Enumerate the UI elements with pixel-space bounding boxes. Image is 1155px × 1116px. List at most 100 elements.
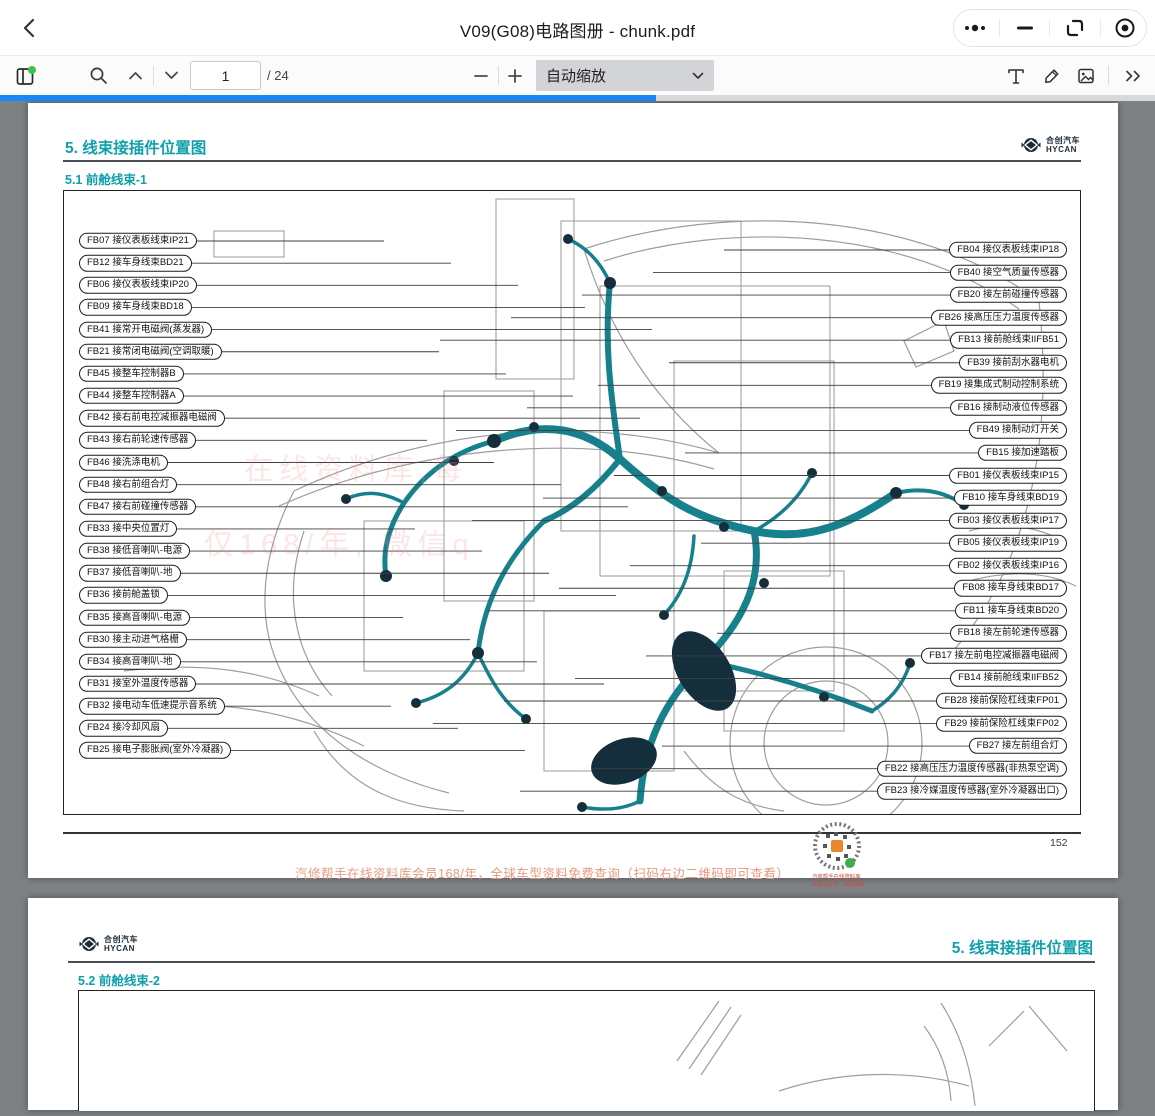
page-total-label: / 24	[267, 68, 289, 83]
connector-label: FB35 接高音喇叭-电源	[79, 609, 190, 625]
prev-page-button[interactable]	[122, 56, 148, 95]
float-window-icon	[1065, 18, 1085, 38]
brand-name-cn: 合创汽车	[1046, 136, 1080, 145]
connector-label: FB14 接前舱线束IIFB52	[950, 670, 1067, 686]
brand-text: 合创汽车 HYCAN	[104, 935, 138, 953]
connector-label: FB47 接右前碰撞传感器	[79, 499, 196, 515]
float-window-button[interactable]	[1058, 13, 1092, 43]
connector-label: FB25 接电子膨胀阀(室外冷凝器)	[79, 742, 231, 758]
pen-icon	[1043, 67, 1061, 85]
minimize-icon	[1016, 25, 1034, 31]
connector-label: FB20 接左前碰撞传感器	[950, 287, 1067, 303]
qr-stamp-icon	[810, 821, 864, 875]
zoom-in-button[interactable]	[502, 56, 528, 95]
pdf-toolbar: / 24 自动缩放	[0, 56, 1155, 95]
subsection-title: 5.2 前舱线束-2	[78, 970, 160, 989]
connector-label: FB13 接前舱线束IIFB51	[950, 332, 1067, 348]
search-button[interactable]	[84, 56, 112, 95]
connector-label: FB24 接冷却风扇	[79, 720, 168, 736]
loading-progress-fill	[0, 95, 656, 101]
diagram-watermark-line1: 在线资料库,每	[244, 446, 468, 488]
harness-diagram: 在线资料库,每 仅168/年, 微信q FB07 接仪表板线束IP21FB12 …	[63, 190, 1081, 815]
connector-label: FB16 接制动液位传感器	[950, 400, 1067, 416]
harness-diagram-2-drawing	[79, 991, 1094, 1111]
connector-label: FB27 接左前组合灯	[969, 738, 1067, 754]
section-title: 5. 线束接插件位置图	[952, 936, 1093, 958]
brand-logo: 合创汽车 HYCAN	[1020, 134, 1080, 156]
brand-text: 合创汽车 HYCAN	[1046, 136, 1080, 154]
zoom-out-button[interactable]	[468, 56, 494, 95]
connector-label: FB11 接车身线束BD20	[955, 603, 1067, 619]
text-tool-button[interactable]	[1002, 56, 1030, 95]
zoom-mode-select[interactable]: 自动缩放	[536, 60, 714, 91]
connector-label: FB02 接仪表板线束IP16	[949, 557, 1067, 573]
header-rule	[68, 961, 1095, 963]
connector-label: FB39 接前刮水器电机	[959, 355, 1067, 371]
connector-label: FB19 接集成式制动控制系统	[931, 377, 1067, 393]
header-rule	[63, 160, 1081, 162]
minus-icon	[474, 74, 488, 78]
footer-watermark: 汽修帮手在线资料库会员168/年，全球车型资料免费查询（扫码右边二维码即可查看）	[295, 863, 789, 882]
capsule-divider	[999, 19, 1000, 37]
connector-label: FB44 接整车控制器A	[79, 388, 184, 404]
connector-label: FB10 接车身线束BD19	[954, 490, 1067, 506]
minimize-button[interactable]	[1008, 13, 1042, 43]
more-options-button[interactable]	[958, 13, 992, 43]
connector-label: FB38 接低音喇叭-电源	[79, 543, 190, 559]
connector-label: FB18 接左前轮速传感器	[950, 625, 1067, 641]
connector-label: FB15 接加速踏板	[978, 445, 1067, 461]
diagram-watermark-line2: 仅168/年, 微信q	[204, 521, 475, 563]
connector-label: FB31 接室外温度传感器	[79, 676, 196, 692]
record-target-icon	[1114, 17, 1136, 39]
connector-label: FB23 接冷媒温度传感器(室外冷凝器出口)	[877, 783, 1067, 799]
connector-label: FB34 接高音喇叭-地	[79, 654, 181, 670]
footer-rule	[63, 832, 1081, 834]
more-dots-icon	[963, 22, 987, 34]
toolbar-divider	[498, 66, 499, 85]
brand-logo: 合创汽车 HYCAN	[78, 933, 138, 955]
connector-label: FB09 接车身线束BD18	[79, 299, 192, 315]
connector-label: FB40 接空气质量传感器	[950, 264, 1067, 280]
pdf-page-1: 5. 线束接插件位置图 合创汽车 HYCAN 5.1 前舱线束-1	[28, 103, 1118, 878]
connector-label: FB03 接仪表板线束IP17	[949, 512, 1067, 528]
connector-label: FB48 接右前组合灯	[79, 476, 177, 492]
image-icon	[1077, 67, 1095, 85]
connector-label: FB42 接右前电控减振器电磁阀	[79, 410, 225, 426]
toolbar-divider	[153, 66, 154, 85]
section-title: 5. 线束接插件位置图	[65, 136, 206, 158]
brand-name-en: HYCAN	[1046, 145, 1080, 154]
page-number: 152	[1050, 837, 1068, 849]
qr-caption-line2: 仅需168/年，极速更新	[812, 882, 866, 889]
connector-label: FB21 接常闭电磁阀(空调取暖)	[79, 344, 222, 360]
connector-label: FB32 接电动车低速提示音系统	[79, 698, 225, 714]
plus-icon	[508, 69, 522, 83]
insert-image-button[interactable]	[1072, 56, 1100, 95]
connector-label: FB28 接前保险杠线束FP01	[936, 693, 1067, 709]
capsule-divider	[1100, 19, 1101, 37]
next-page-button[interactable]	[158, 56, 184, 95]
connector-label: FB29 接前保险杠线束FP02	[936, 715, 1067, 731]
page-number-input[interactable]	[190, 61, 261, 90]
select-chevron-down-icon	[692, 72, 704, 80]
connector-label: FB26 接高压压力温度传感器	[931, 309, 1067, 325]
connector-label: FB37 接低音喇叭-地	[79, 565, 181, 581]
brand-name-en: HYCAN	[104, 944, 138, 953]
brand-name-cn: 合创汽车	[104, 935, 138, 944]
sidebar-panel-icon	[15, 65, 37, 87]
connector-label: FB33 接中央位置灯	[79, 521, 177, 537]
connector-label: FB08 接车身线束BD17	[954, 580, 1067, 596]
more-tools-button[interactable]	[1118, 56, 1150, 95]
sidebar-toggle-button[interactable]	[10, 56, 42, 95]
close-button[interactable]	[1108, 13, 1142, 43]
connector-label: FB41 接常开电磁阀(蒸发器)	[79, 321, 212, 337]
connector-label: FB01 接仪表板线束IP15	[949, 467, 1067, 483]
chevron-down-icon	[164, 71, 179, 80]
zoom-mode-value: 自动缩放	[546, 65, 692, 86]
annotate-pen-button[interactable]	[1038, 56, 1066, 95]
harness-diagram-2	[78, 990, 1095, 1111]
pdf-viewport[interactable]: 5. 线束接插件位置图 合创汽车 HYCAN 5.1 前舱线束-1	[0, 101, 1155, 1110]
connector-label: FB07 接仪表板线束IP21	[79, 233, 197, 249]
subsection-title: 5.1 前舱线束-1	[65, 169, 147, 188]
connector-label: FB17 接左前电控减振器电磁阀	[921, 648, 1067, 664]
harness-diagram-drawing	[64, 191, 1080, 814]
